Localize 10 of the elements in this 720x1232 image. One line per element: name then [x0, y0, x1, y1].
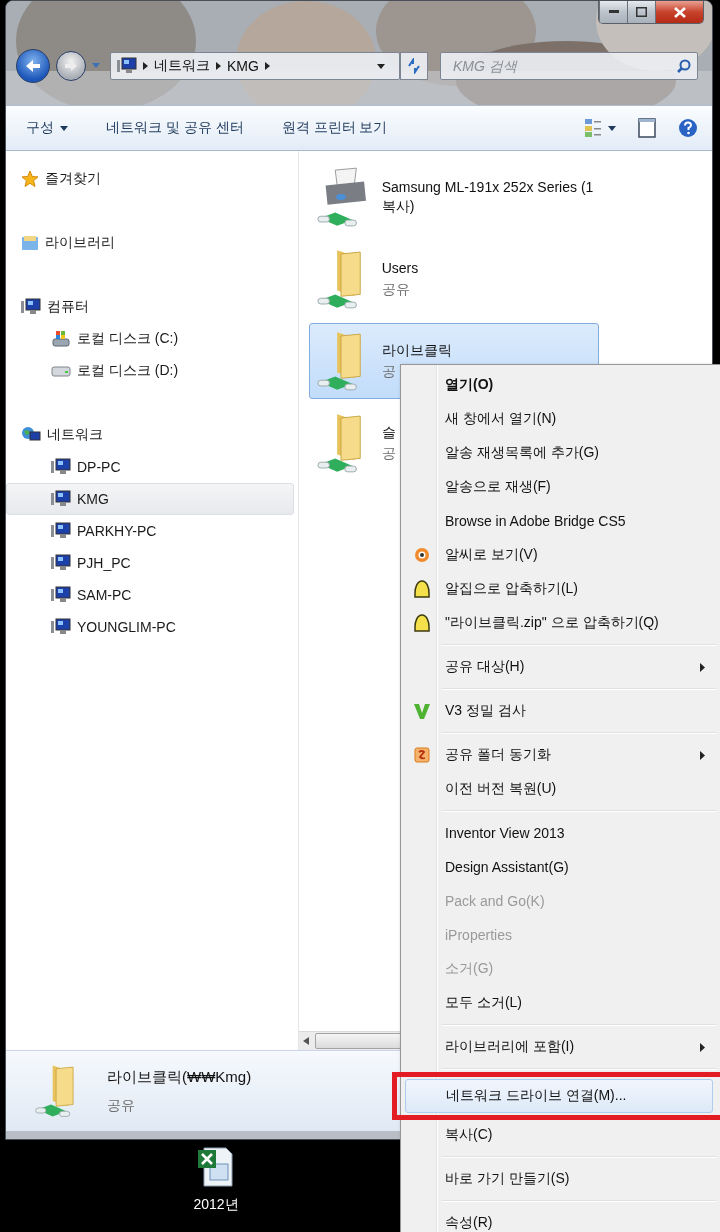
file-detail: 공유: [381, 281, 410, 300]
file-name: Samsung ML-191x 252x Series (1 복사): [381, 178, 595, 216]
desktop-icon-label: 2012년: [193, 1196, 239, 1214]
selected-item-detail: 공유: [107, 1096, 136, 1115]
file-name: 슬: [381, 422, 396, 442]
file-name: Users: [381, 258, 419, 278]
file-detail: 공: [381, 445, 396, 464]
file-name: 라이브클릭: [381, 340, 452, 360]
selected-item-name: 라이브클릭(₩₩Kmg): [107, 1067, 252, 1087]
file-detail: 공: [381, 363, 396, 382]
